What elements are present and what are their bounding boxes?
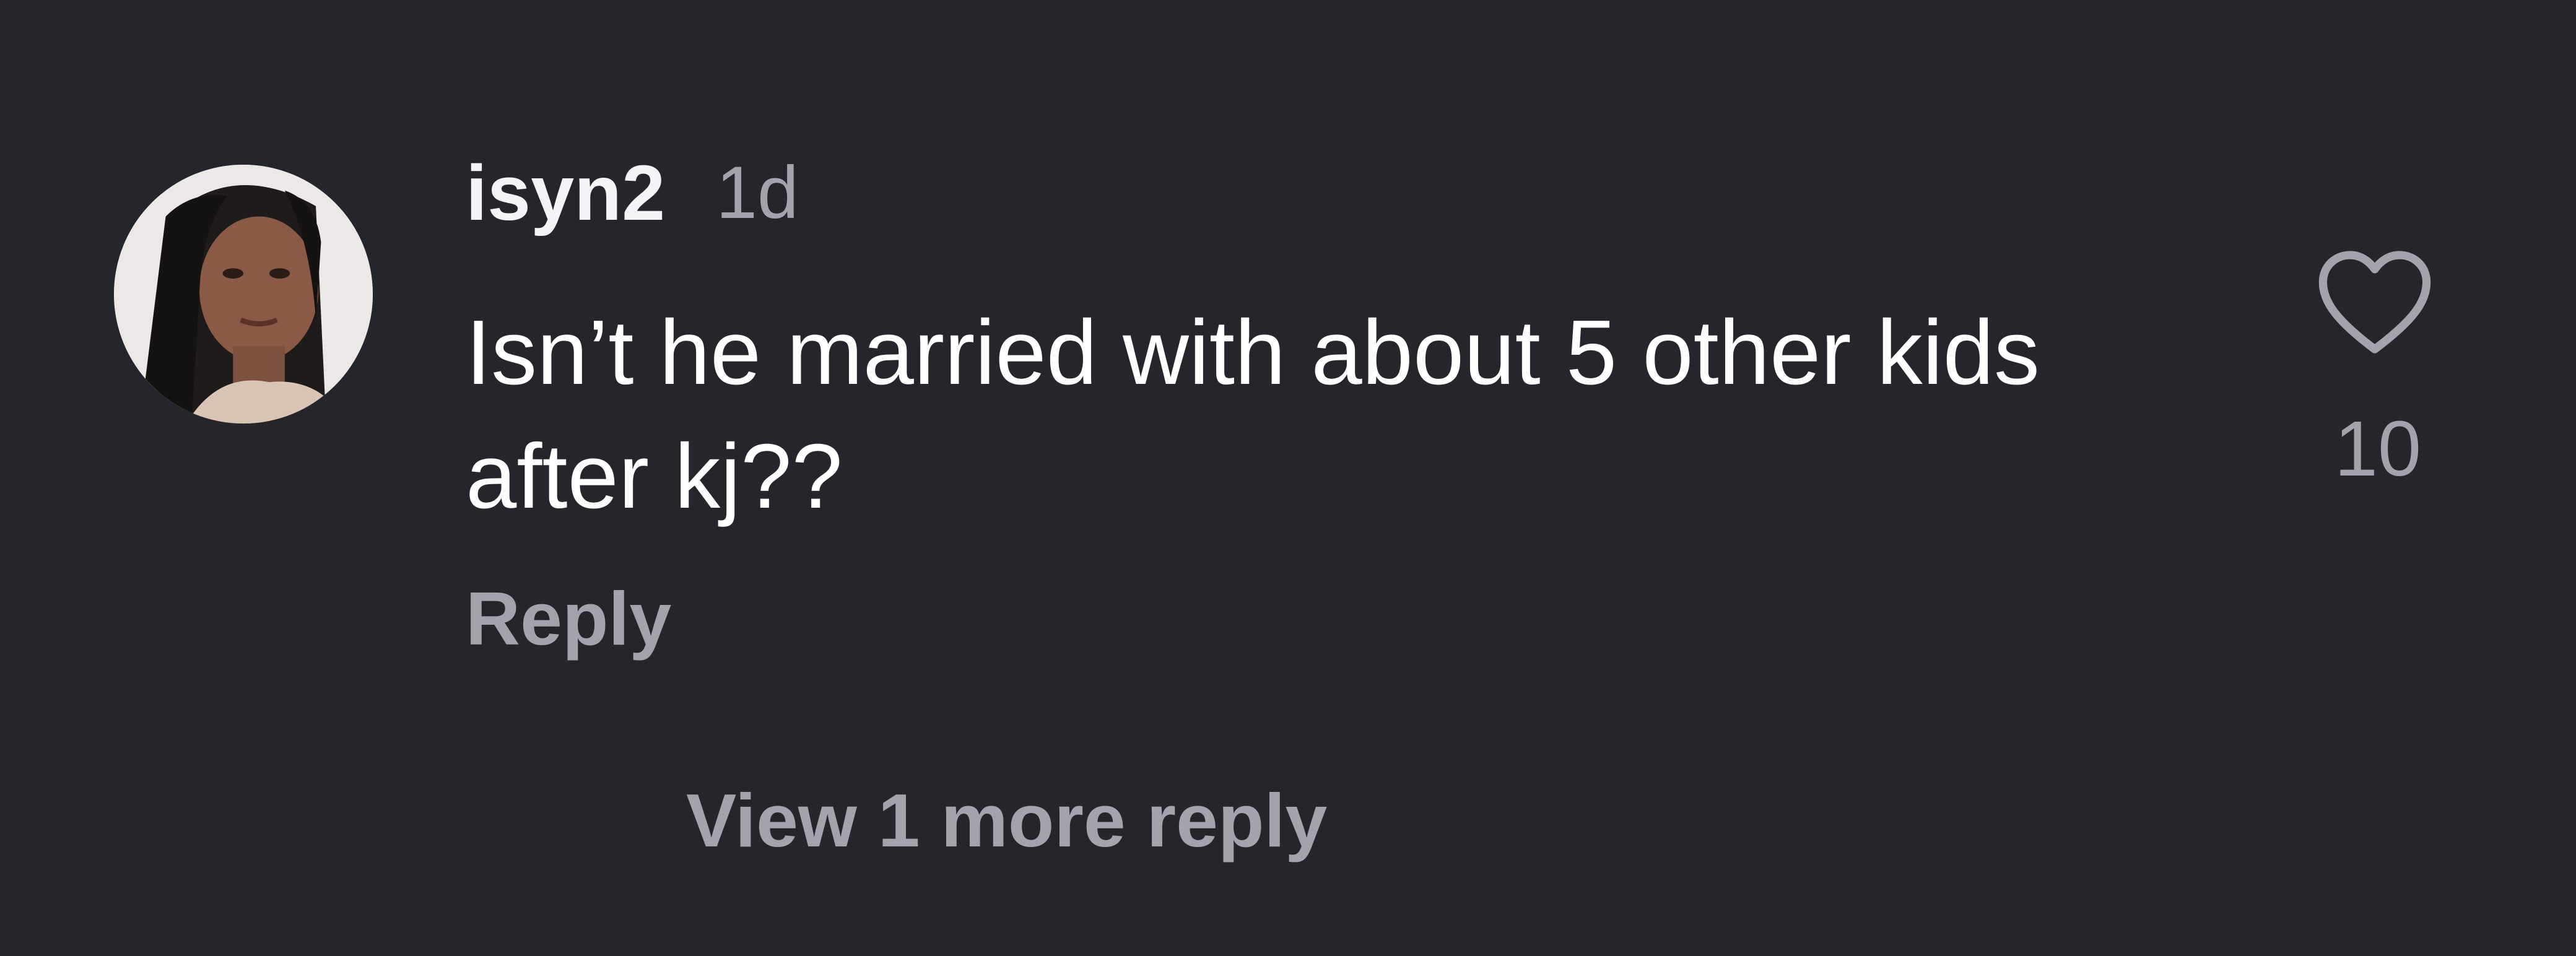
like-button[interactable] bbox=[2316, 246, 2434, 358]
view-more-replies-button[interactable]: View 1 more reply bbox=[686, 774, 1327, 867]
comment-meta: isyn2 1d bbox=[466, 146, 799, 239]
comment-timestamp: 1d bbox=[716, 151, 799, 234]
heart-outline-icon bbox=[2318, 251, 2431, 354]
avatar-image bbox=[114, 165, 373, 424]
avatar[interactable] bbox=[114, 165, 373, 424]
reply-button[interactable]: Reply bbox=[466, 572, 671, 665]
comment-item: isyn2 1d Isn’t he married with about 5 o… bbox=[0, 0, 2576, 956]
like-count: 10 bbox=[2334, 405, 2422, 492]
username-link[interactable]: isyn2 bbox=[466, 148, 665, 238]
comment-text: Isn’t he married with about 5 other kids… bbox=[466, 302, 2040, 528]
